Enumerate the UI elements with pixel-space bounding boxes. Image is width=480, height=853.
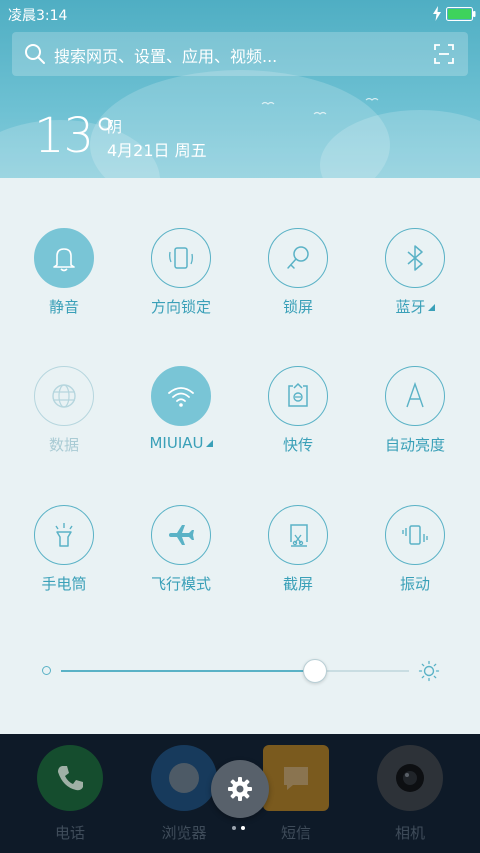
control-panel: 静音 方向锁定 锁屏 蓝牙 数据 MIUIAU 快传 自动亮度 手电筒 飞行模式…	[0, 178, 480, 734]
more-indicator-icon	[205, 440, 213, 447]
dock-app-phone[interactable]: 电话	[30, 740, 110, 850]
weather-condition: 阴	[107, 118, 123, 136]
toggle-screenshot-circle[interactable]	[268, 505, 328, 565]
status-time: 凌晨3:14	[8, 8, 68, 24]
toggle-label: 自动亮度	[384, 436, 445, 454]
auto-brightness-icon	[406, 381, 424, 408]
toggle-vibrate[interactable]: 振动	[360, 505, 470, 615]
toggle-label: MIUIAU	[126, 434, 236, 452]
search-icon	[25, 44, 45, 64]
dock-label: 相机	[394, 824, 425, 842]
status-bar: 凌晨3:14	[0, 0, 480, 28]
page-indicator	[232, 826, 250, 832]
toggle-label: 方向锁定	[150, 298, 211, 316]
toggle-flashlight[interactable]: 手电筒	[9, 505, 119, 615]
bluetooth-icon	[407, 245, 423, 271]
toggle-flashlight-circle[interactable]	[34, 505, 94, 565]
gear-icon	[228, 777, 252, 801]
toggle-mobile-data[interactable]: 数据	[9, 366, 119, 476]
toggle-mobile-data-circle[interactable]	[34, 366, 94, 426]
toggle-airplane-mode-circle[interactable]	[151, 505, 211, 565]
toggle-screenshot[interactable]: 截屏	[243, 505, 353, 615]
phone-icon	[37, 745, 103, 811]
more-indicator-icon	[427, 304, 435, 311]
browser-icon	[151, 745, 217, 811]
toggle-wifi-circle[interactable]	[151, 366, 211, 426]
bell-icon	[53, 248, 75, 272]
toggle-label: 数据	[48, 436, 79, 454]
toggle-lock-screen-circle[interactable]	[268, 228, 328, 288]
toggle-label: 快传	[282, 436, 313, 454]
toggle-wifi[interactable]: MIUIAU	[126, 366, 236, 476]
toggle-quick-transfer-circle[interactable]	[268, 366, 328, 426]
toggle-label: 静音	[48, 298, 79, 316]
toggle-auto-brightness-circle[interactable]	[385, 366, 445, 426]
brightness-slider[interactable]	[61, 659, 409, 683]
toggle-bluetooth[interactable]: 蓝牙	[360, 228, 470, 338]
toggle-label: 锁屏	[282, 298, 313, 316]
toggle-label: 蓝牙	[360, 296, 470, 317]
flashlight-icon	[55, 523, 73, 547]
brightness-low-icon	[42, 666, 51, 675]
toggle-mute-circle[interactable]	[34, 228, 94, 288]
birds-decoration	[261, 98, 379, 115]
toggle-label: 振动	[399, 575, 430, 593]
toggle-mute[interactable]: 静音	[9, 228, 119, 338]
search-bar[interactable]: 搜索网页、设置、应用、视频...	[12, 32, 468, 76]
dock-label: 浏览器	[161, 824, 207, 842]
settings-button[interactable]	[211, 760, 269, 818]
toggle-label: 手电筒	[41, 575, 87, 593]
weather-temperature: 13°	[34, 108, 117, 164]
toggle-bluetooth-circle[interactable]	[385, 228, 445, 288]
scissors-icon	[290, 524, 308, 547]
dock-app-camera[interactable]: 相机	[370, 740, 450, 850]
brightness-thumb[interactable]	[303, 659, 327, 683]
globe-icon	[52, 384, 76, 408]
toggle-label: 截屏	[282, 575, 313, 593]
vibrate-icon	[402, 525, 428, 545]
transfer-icon	[288, 382, 308, 407]
airplane-icon	[169, 525, 194, 545]
dock-label: 短信	[280, 824, 311, 842]
toggle-airplane-mode[interactable]: 飞行模式	[126, 505, 236, 615]
key-icon	[287, 246, 309, 269]
toggle-rotation-lock[interactable]: 方向锁定	[126, 228, 236, 338]
camera-icon	[377, 745, 443, 811]
brightness-fill	[61, 670, 315, 672]
toggle-label: 飞行模式	[150, 575, 211, 593]
sun-icon	[418, 660, 440, 682]
message-icon	[263, 745, 329, 811]
toggle-rotation-lock-circle[interactable]	[151, 228, 211, 288]
weather-header: 凌晨3:14 搜索网页、设置、应用、视频... 13° 阴 4月21日 周五	[0, 0, 480, 200]
toggle-lock-screen[interactable]: 锁屏	[243, 228, 353, 338]
charging-icon	[433, 6, 441, 21]
search-input[interactable]: 搜索网页、设置、应用、视频...	[54, 43, 277, 67]
toggle-vibrate-circle[interactable]	[385, 505, 445, 565]
toggle-quick-transfer[interactable]: 快传	[243, 366, 353, 476]
rotation-lock-icon	[169, 247, 193, 269]
weather-date: 4月21日 周五	[107, 141, 207, 160]
dock-label: 电话	[54, 824, 85, 842]
battery-icon	[446, 7, 476, 21]
scan-icon[interactable]	[434, 44, 454, 64]
toggle-auto-brightness[interactable]: 自动亮度	[360, 366, 470, 476]
wifi-icon	[168, 387, 194, 407]
